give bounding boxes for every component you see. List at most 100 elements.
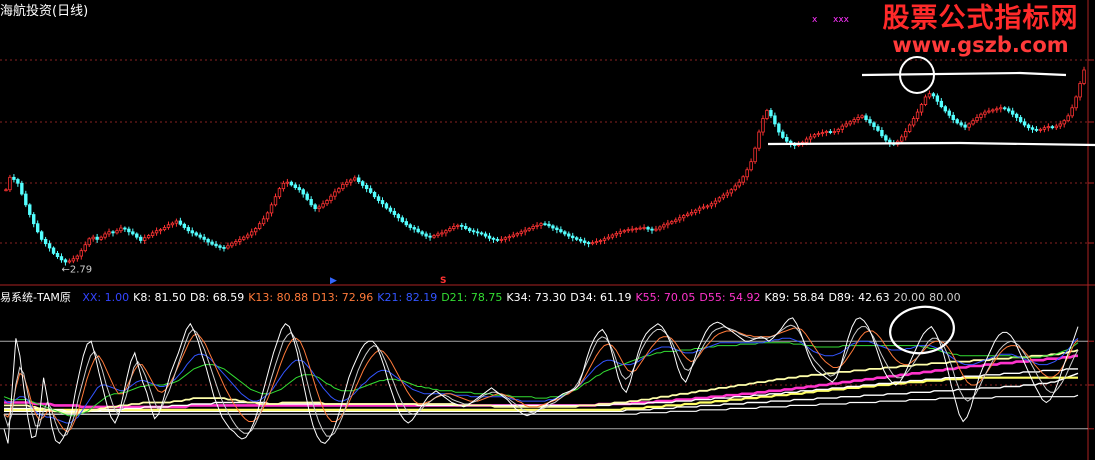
legend-item: K34: 73.30 — [506, 291, 567, 303]
candle-body — [218, 245, 222, 248]
candle-body — [816, 133, 821, 136]
candle-body — [939, 100, 944, 108]
indicator-legend-bar: 易系统-TAM原 XX: 1.00 K8: 81.50 D8: 68.59 K13: … — [0, 289, 1088, 303]
candle-body — [75, 255, 80, 260]
candle-body — [380, 200, 385, 205]
candle-body — [230, 242, 234, 247]
candle-body — [261, 218, 266, 225]
candle-body — [705, 205, 710, 208]
candle-body — [872, 122, 876, 128]
candle-body — [1022, 121, 1027, 126]
candle-body — [341, 183, 345, 190]
signal-marker: x — [812, 15, 818, 25]
candle-body — [678, 217, 682, 221]
candle-body — [253, 228, 258, 233]
candle-body — [440, 232, 444, 235]
candle-body — [242, 236, 246, 240]
candle-body — [590, 242, 595, 245]
candle-body — [1050, 126, 1055, 129]
candle-body — [1082, 69, 1086, 84]
candle-body — [281, 182, 286, 190]
candle-body — [864, 115, 868, 121]
candle-body — [467, 228, 472, 232]
candle-body — [935, 95, 940, 102]
candle-body — [404, 221, 408, 226]
candle-body — [55, 252, 60, 258]
candle-body — [123, 227, 127, 230]
candle-body — [701, 206, 706, 209]
candle-body — [860, 115, 864, 118]
candle-body — [12, 176, 16, 180]
candle-body — [186, 227, 190, 232]
candle-body — [313, 204, 317, 210]
candle-body — [444, 230, 448, 234]
candle-body — [333, 191, 337, 197]
candle-body — [757, 131, 761, 149]
chart-canvas: ←2.79x xxx▶ S — [0, 0, 1095, 460]
candle-body — [535, 224, 539, 227]
candle-body — [523, 229, 527, 233]
candle-body — [642, 227, 646, 229]
candle-body — [436, 233, 440, 236]
low-price-label: ←2.79 — [61, 265, 92, 276]
candle-body — [884, 135, 888, 141]
candle-body — [697, 207, 702, 211]
candle-body — [820, 132, 825, 135]
candle-body — [499, 238, 504, 241]
candle-body — [852, 119, 856, 123]
candle-body — [428, 235, 432, 238]
candle-body — [737, 181, 741, 187]
candle-body — [848, 121, 852, 125]
candle-body — [745, 169, 749, 178]
candle-body — [856, 117, 860, 121]
signal-marker-bottom: S — [440, 276, 446, 286]
candle-body — [87, 238, 91, 246]
candle-body — [971, 120, 975, 125]
candle-body — [670, 221, 674, 224]
legend-item: D34: 61.19 — [570, 291, 632, 303]
chart-title: 海航投资(日线) — [0, 4, 89, 19]
candle-body — [269, 204, 274, 214]
candle-body — [475, 231, 480, 234]
candle-body — [345, 181, 349, 185]
candle-body — [456, 224, 460, 227]
candle-body — [539, 223, 543, 226]
candle-body — [368, 188, 373, 193]
candle-body — [337, 188, 341, 193]
candle-body — [919, 104, 924, 113]
candle-body — [804, 138, 809, 143]
candle-body — [733, 185, 737, 191]
candle-body — [460, 224, 464, 227]
legend-item: 80.00 — [929, 291, 961, 303]
legend-item: 20.00 — [893, 291, 926, 303]
candle-body — [995, 108, 999, 111]
candle-body — [987, 110, 991, 113]
candle-body — [717, 197, 722, 202]
candle-body — [325, 200, 329, 205]
candle-body — [761, 118, 765, 133]
candle-body — [111, 231, 115, 234]
candle-body — [178, 220, 183, 225]
candle-body — [682, 215, 686, 219]
candle-body — [257, 223, 262, 229]
candle-body — [785, 137, 789, 142]
candle-body — [194, 232, 198, 236]
candle-body — [650, 228, 654, 231]
candle-body — [59, 256, 64, 261]
legend-item: D21: 78.75 — [441, 291, 503, 303]
candle-body — [63, 259, 68, 263]
candle-body — [741, 176, 745, 183]
legend-item: K55: 70.05 — [635, 291, 696, 303]
candle-body — [360, 181, 365, 186]
candle-body — [135, 233, 139, 238]
candle-body — [999, 107, 1003, 110]
candle-body — [301, 189, 305, 195]
watermark-main-text: 股票公式指标网 — [882, 3, 1079, 34]
candle-body — [582, 240, 587, 243]
legend-item: K13: 80.88 — [248, 291, 309, 303]
candle-body — [158, 229, 163, 232]
candle-body — [812, 134, 817, 138]
candle-body — [773, 115, 777, 125]
candle-body — [162, 227, 167, 231]
candle-body — [1026, 124, 1031, 129]
